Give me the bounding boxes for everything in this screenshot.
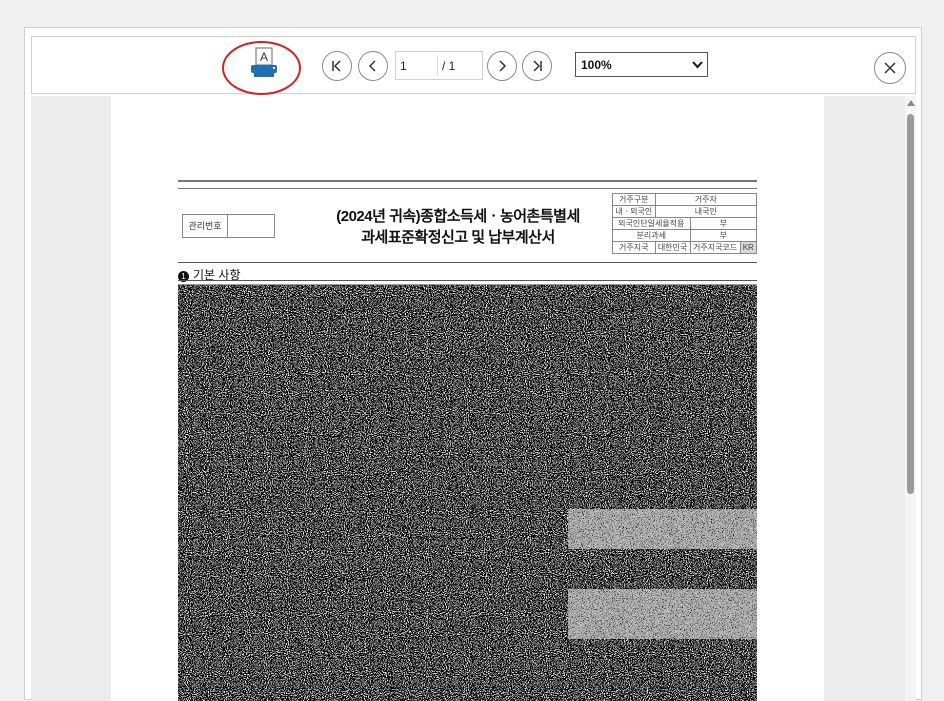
header-divider — [178, 262, 757, 263]
top-rule-thin — [178, 188, 757, 189]
page-number-box: / 1 — [395, 51, 483, 80]
print-icon-letter: A — [260, 50, 268, 64]
management-number-label: 관리번호 — [183, 215, 228, 237]
info-cell: 부 — [689, 229, 758, 242]
close-button[interactable] — [874, 52, 906, 84]
first-page-icon — [332, 60, 341, 72]
info-cell: 거주지국코드 — [689, 241, 741, 254]
scroll-up-arrow[interactable] — [907, 100, 915, 106]
page-total: / 1 — [442, 59, 456, 73]
last-page-icon — [533, 60, 542, 72]
next-page-button[interactable] — [487, 51, 517, 81]
zoom-value: 100% — [581, 58, 612, 72]
first-page-button[interactable] — [322, 51, 352, 81]
scrambled-form-content — [178, 284, 757, 701]
info-cell: 거주지국 — [612, 241, 656, 254]
top-rule — [178, 180, 757, 182]
toolbar: A / 1 100% — [31, 36, 916, 95]
info-cell: 분리과세 — [612, 229, 691, 242]
section-divider — [178, 280, 757, 281]
info-cell: 부 — [689, 217, 758, 230]
form-title-line2: 과세표준확정신고 및 납부계산서 — [361, 229, 555, 246]
print-button[interactable]: A — [245, 45, 283, 83]
close-icon — [884, 62, 896, 74]
info-cell: 외국인단일세율적용 — [612, 217, 691, 230]
residency-info-table: 거주구분 거주자 내ㆍ외국인 내국인 외국인단일세율적용 부 분리과세 부 거주… — [612, 193, 758, 254]
page-number-input[interactable] — [396, 52, 440, 79]
info-cell: 내국인 — [654, 205, 758, 218]
info-cell: 거주구분 — [612, 193, 656, 206]
info-cell: 내ㆍ외국인 — [612, 205, 656, 218]
next-page-icon — [499, 60, 507, 72]
form-title-line1: (2024년 귀속)종합소득세ㆍ농어촌특별세 — [336, 208, 580, 225]
document-page: 관리번호 (2024년 귀속)종합소득세ㆍ농어촌특별세 과세표준확정신고 및 납… — [111, 96, 824, 701]
viewer-window: A / 1 100% — [24, 27, 922, 701]
management-number-box: 관리번호 — [182, 214, 275, 238]
info-cell: 거주자 — [654, 193, 758, 206]
prev-page-button[interactable] — [358, 51, 388, 81]
page-divider — [437, 55, 438, 76]
chevron-down-icon — [692, 61, 703, 69]
print-icon: A — [251, 47, 277, 77]
document-viewport[interactable]: 관리번호 (2024년 귀속)종합소득세ㆍ농어촌특별세 과세표준확정신고 및 납… — [31, 96, 916, 701]
vertical-scrollbar[interactable] — [905, 96, 916, 701]
zoom-select[interactable]: 100% — [575, 52, 708, 77]
form-title: (2024년 귀속)종합소득세ㆍ농어촌특별세 과세표준확정신고 및 납부계산서 — [308, 206, 608, 248]
info-cell: KR — [739, 241, 758, 254]
scroll-thumb[interactable] — [907, 114, 914, 494]
prev-page-icon — [368, 60, 376, 72]
last-page-button[interactable] — [522, 51, 552, 81]
info-cell: 대한민국 — [654, 241, 691, 254]
